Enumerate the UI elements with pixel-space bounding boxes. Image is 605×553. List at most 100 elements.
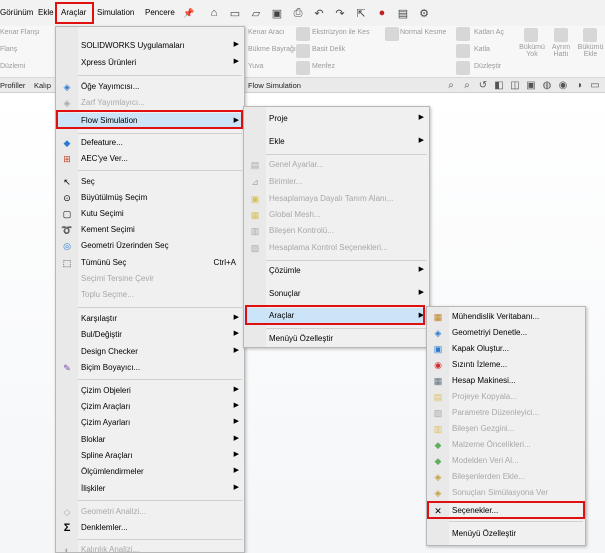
menu-item-menuyu-ozellestir-2[interactable]: Menüyü Özelleştir [427,527,585,541]
menu-item-cizim-araclari[interactable]: Çizim Araçları ▶ [56,400,244,414]
menu-item-solidworks-uygulamalari[interactable]: SOLIDWORKS Uygulamaları ▶ [56,39,244,53]
hide-show-icon[interactable]: ◉ [555,80,571,91]
menu-item-geometri-analizi[interactable]: ◇ Geometri Analizi... [56,505,244,519]
select-arrow-icon[interactable]: ⇱ [352,4,370,22]
menu-item-karsilastir[interactable]: Karşılaştır ▶ [56,312,244,326]
ribbon-ayrim-hatti[interactable]: Ayrım Hattı [548,44,574,58]
menu-item-bilesenlerden-ekle[interactable]: ◈ Bileşenlerden Ekle... [427,470,585,484]
ribbon-menfez[interactable]: Menfez [312,63,335,70]
traffic-light-icon[interactable]: ● [373,4,391,22]
menu-item-bilesen-kontrolu[interactable]: ▥ Bileşen Kontrolü... [244,224,429,238]
menu-item-geometri-uzerinden-sec[interactable]: ◎ Geometri Üzerinden Seç [56,239,244,253]
menu-simulation[interactable]: Simulation [97,8,134,17]
ribbon-yuva[interactable]: Yuva [248,63,264,70]
home-icon[interactable]: ⌂ [205,4,223,22]
menu-gorunum[interactable]: Görünüm [0,8,33,17]
menu-item-bilesen-gezgini[interactable]: ▥ Bileşen Gezgini... [427,422,585,436]
display-style-icon[interactable]: ◍ [539,80,555,91]
menu-ekle[interactable]: Ekle [38,8,54,17]
menu-item-muhendislik-veritabani[interactable]: ▦ Mühendislik Veritabanı... [427,310,585,324]
ribbon-kenar-flansi[interactable]: Kenar Flanşı [0,29,40,36]
menu-item-kutu-secimi[interactable]: ▢ Kutu Seçimi [56,207,244,221]
ribbon-ekstruzyon-ile-kes[interactable]: Ekstrüzyon ile Kes [312,29,370,36]
tab-flow-simulation[interactable]: Flow Simulation [248,81,301,90]
menu-item-secimi-tersine-cevir[interactable]: Seçimi Tersine Çevir [56,272,244,286]
menu-item-sonuclari-simulasyona-ver[interactable]: ◈ Sonuçları Simülasyona Ver [427,486,585,500]
ribbon-duzlestir[interactable]: Düzleştir [474,63,501,70]
appearance-icon[interactable]: ◑ [571,80,587,91]
menu-item-design-checker[interactable]: Design Checker ▶ [56,345,244,359]
save-icon[interactable]: ▣ [268,4,286,22]
units-icon: ⊿ [251,177,259,187]
shortcut-label: Ctrl+A [213,258,236,267]
menu-item-defeature[interactable]: ◆ Defeature... [56,136,244,150]
ribbon-kenar-araci[interactable]: Kenar Aracı [248,29,285,36]
menu-item-bicim-boyayici[interactable]: ✎ Biçim Boyayıcı... [56,361,244,375]
redo-icon[interactable]: ↷ [331,4,349,22]
menu-item-kalinlik-analizi[interactable]: ◐ Kalınlık Analizi... [56,543,244,553]
menu-item-modelden-veri-al[interactable]: ◆ Modelden Veri Al... [427,454,585,468]
menu-item-oge-yayimcisi[interactable]: ◈ Öğe Yayımcısı... [56,80,244,94]
menu-item-ekle[interactable]: Ekle ▶ [244,135,429,149]
menu-item-hesaplama-tanim-alani[interactable]: ▣ Hesaplamaya Dayalı Tanım Alanı... [244,192,429,206]
menu-item-geometriyi-denetle[interactable]: ◈ Geometriyi Denetle... [427,326,585,340]
menu-item-bul-degistir[interactable]: Bul/Değiştir ▶ [56,328,244,342]
ribbon-katla[interactable]: Katla [474,46,490,53]
menu-item-cozumle[interactable]: Çözümle ▶ [244,264,429,278]
ribbon-bukumu-yok[interactable]: Bükümü Yok [517,44,547,58]
menu-item-global-mesh[interactable]: ▦ Global Mesh... [244,208,429,222]
new-document-icon[interactable]: ▭ [226,4,244,22]
menu-item-aecye-ver[interactable]: ⊞ AEC'ye Ver... [56,152,244,166]
undo-icon[interactable]: ↶ [310,4,328,22]
dynamic-annotation-icon[interactable]: ◫ [507,80,523,91]
menu-item-projeye-kopyala[interactable]: ▤ Projeye Kopyala... [427,390,585,404]
menu-item-zarf-yayimlayici[interactable]: ◈ Zarf Yayımlayıcı... [56,96,244,110]
menu-item-cizim-objeleri[interactable]: Çizim Objeleri ▶ [56,384,244,398]
menu-item-menuyu-ozellestir[interactable]: Menüyü Özelleştir [244,332,429,346]
menu-item-olcumlendirmeler[interactable]: Ölçümlendirmeler ▶ [56,465,244,479]
menu-item-kapak-olustur[interactable]: ▣ Kapak Oluştur... [427,342,585,356]
menu-item-parametre-duzenleyici[interactable]: ▧ Parametre Düzenleyici... [427,406,585,420]
menu-item-kement-secimi[interactable]: ➰ Kement Seçimi [56,223,244,237]
menu-item-malzeme-oncelikleri[interactable]: ◆ Malzeme Öncelikleri... [427,438,585,452]
tab-profiller[interactable]: Profiller [0,81,25,90]
menu-item-spline-araclari[interactable]: Spline Araçları ▶ [56,449,244,463]
menu-item-toplu-secme[interactable]: Toplu Seçme... [56,288,244,302]
gear-icon[interactable]: ⚙ [415,4,433,22]
menu-item-sizinti-izleme[interactable]: ◉ Sızıntı İzleme... [427,358,585,372]
open-folder-icon[interactable]: ▱ [247,4,265,22]
menu-item-sonuclar[interactable]: Sonuçlar ▶ [244,287,429,301]
menu-item-hesaplama-kontrol[interactable]: ▧ Hesaplama Kontrol Seçenekleri... [244,241,429,255]
zoom-area-icon[interactable]: ⌕ [459,80,475,91]
print-icon[interactable]: ⎙ [289,4,307,22]
tab-kalip[interactable]: Kalıp [34,81,51,90]
view-orientation-icon[interactable]: ▣ [523,80,539,91]
ribbon-normal-kesme[interactable]: Normal Kesme [400,29,446,36]
file-properties-icon[interactable]: ▤ [394,4,412,22]
ribbon-duzlemi[interactable]: Düzlemi [0,63,25,70]
pin-icon[interactable]: 📌 [183,8,194,19]
menu-item-genel-ayarlar[interactable]: ▤ Genel Ayarlar... [244,158,429,172]
menu-item-tumunu-sec[interactable]: ⬚ Tümünü Seç Ctrl+A [56,256,244,270]
menu-item-cizim-ayarlari[interactable]: Çizim Ayarları ▶ [56,416,244,430]
menu-pencere[interactable]: Pencere [145,8,175,17]
menu-item-birimler[interactable]: ⊿ Birimler... [244,175,429,189]
menu-item-bloklar[interactable]: Bloklar ▶ [56,433,244,447]
ribbon-flans[interactable]: Flanş [0,46,17,53]
menu-item-sec[interactable]: ↖ Seç [56,175,244,189]
menu-item-hesap-makinesi[interactable]: ▦ Hesap Makinesi... [427,374,585,388]
scene-icon[interactable]: ▭ [587,80,603,91]
menu-item-iliskiler[interactable]: İlişkiler ▶ [56,482,244,496]
section-view-icon[interactable]: ◧ [491,80,507,91]
menu-item-proje[interactable]: Proje ▶ [244,112,429,126]
menu-item-buyutulmus-secim[interactable]: ⊙ Büyütülmüş Seçim [56,191,244,205]
chevron-right-icon: ▶ [418,114,424,121]
ribbon-katlari-ac[interactable]: Katları Aç [474,29,504,36]
ribbon-basit-delik[interactable]: Basit Delik [312,46,345,53]
ribbon-bukumu-ekle[interactable]: Bükümü Ekle [576,44,605,58]
menu-item-xpress-urunleri[interactable]: Xpress Ürünleri ▶ [56,56,244,70]
ribbon-bukme-bayragi[interactable]: Bükme Bayrağı [248,46,296,53]
previous-view-icon[interactable]: ↺ [475,80,491,91]
menu-item-denklemler[interactable]: Σ Denklemler... [56,521,244,535]
zoom-fit-icon[interactable]: ⌕ [443,80,459,91]
